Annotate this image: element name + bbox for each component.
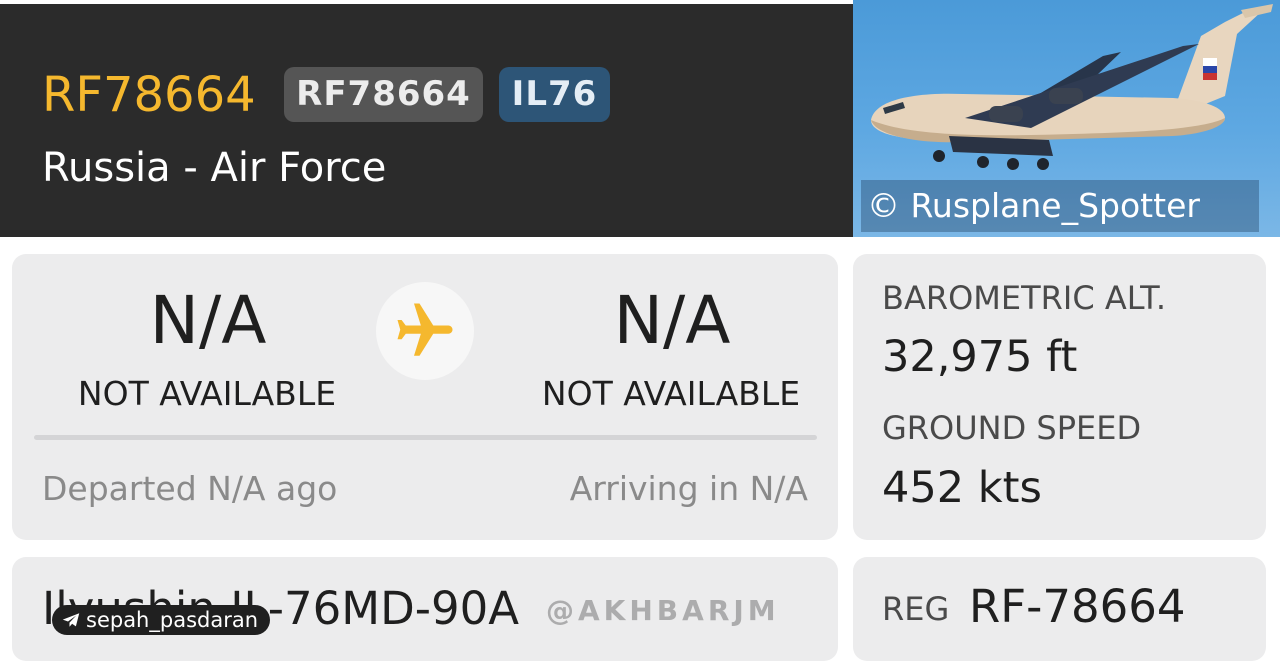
destination-airport-name: NOT AVAILABLE bbox=[541, 374, 801, 413]
aircraft-model-card[interactable]: Ilyushin IL-76MD-90A @AKHBARJM sepah_pas… bbox=[12, 557, 838, 661]
registration-card[interactable]: REG RF-78664 bbox=[853, 557, 1266, 661]
origin-airport-name: NOT AVAILABLE bbox=[77, 374, 337, 413]
ground-speed-value: 452 kts bbox=[882, 463, 1042, 513]
origin-airport-code[interactable]: N/A bbox=[48, 281, 368, 361]
header-top-strip bbox=[0, 0, 853, 4]
watermark: @AKHBARJM bbox=[546, 594, 780, 627]
aircraft-photo[interactable]: © Rusplane_Spotter bbox=[853, 0, 1280, 237]
departed-time: Departed N/A ago bbox=[42, 469, 338, 508]
altitude-value: 32,975 ft bbox=[882, 332, 1078, 382]
callsign-badge[interactable]: RF78664 bbox=[284, 67, 483, 122]
telegram-icon bbox=[62, 613, 80, 627]
registration-value: RF-78664 bbox=[969, 580, 1186, 633]
destination-airport-code[interactable]: N/A bbox=[512, 281, 832, 361]
flight-stats-card: BAROMETRIC ALT. 32,975 ft GROUND SPEED 4… bbox=[853, 254, 1266, 540]
route-card: N/A NOT AVAILABLE N/A NOT AVAILABLE Depa… bbox=[12, 254, 838, 540]
photo-credit[interactable]: © Rusplane_Spotter bbox=[861, 180, 1259, 232]
aircraft-type-badge[interactable]: IL76 bbox=[499, 67, 610, 122]
channel-name: sepah_pasdaran bbox=[86, 608, 259, 632]
airplane-icon bbox=[397, 303, 453, 356]
arriving-time: Arriving in N/A bbox=[569, 469, 808, 508]
registration-label: REG bbox=[882, 590, 950, 628]
route-progress-bar bbox=[34, 435, 817, 440]
route-plane-badge bbox=[376, 282, 474, 380]
operator-name: Russia - Air Force bbox=[42, 145, 387, 191]
channel-tag: sepah_pasdaran bbox=[52, 605, 271, 635]
flight-callsign: RF78664 bbox=[42, 67, 256, 123]
ground-speed-label: GROUND SPEED bbox=[882, 409, 1142, 447]
altitude-label: BAROMETRIC ALT. bbox=[882, 279, 1167, 317]
